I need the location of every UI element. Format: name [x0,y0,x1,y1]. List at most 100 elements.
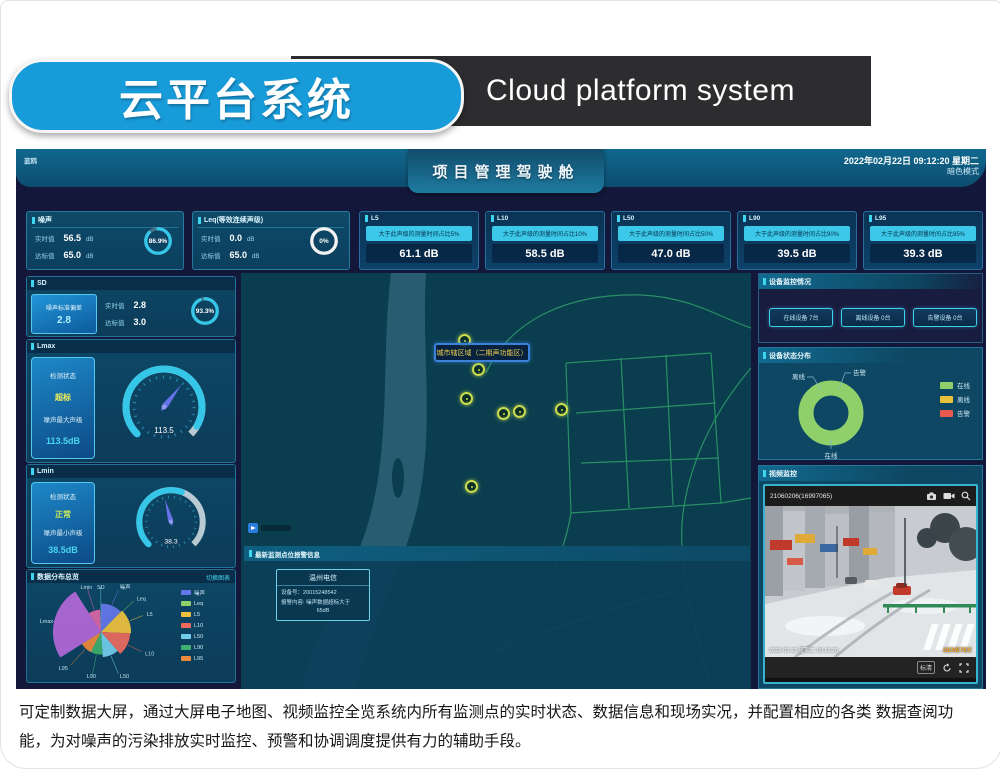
alarm-text: 噪声数据超标大于 [306,600,350,606]
leq-percent: 0% [308,225,340,257]
alarm-station: 温州电信 [277,570,369,586]
lx-label: L95 [875,215,886,222]
lx-value: 47.0 dB [618,244,724,263]
legend-item: L95 [181,653,229,664]
panel-tick-icon [763,352,766,359]
lmax-title: Lmax [37,343,55,350]
donut-label-alarm: 告警 [853,368,867,377]
svg-text:噪声: 噪声 [120,583,132,591]
alarm-value: 65dB [277,606,369,614]
legend-swatch [181,634,191,639]
legend-item: Leq [181,598,229,609]
lmax-gauge-value: 113.5 [154,426,174,435]
legend-swatch [181,612,191,617]
header-chinese-banner: 云平台系统 [9,59,464,133]
legend-item: L90 [181,642,229,653]
sd-percent: 93.3% [189,295,221,327]
panel-tick-icon [743,215,746,222]
alarm-device-no: 20015248542 [303,590,337,596]
snapshot-icon[interactable] [926,492,937,501]
panel-tick-icon [491,215,494,222]
device-status-donut: 离线 告警 在线 [763,363,913,461]
lx-label: L10 [497,215,508,222]
legend-item: 在线 [940,378,970,392]
lx-value: 58.5 dB [492,244,598,263]
sd-value-box: 噪声标准偏差 2.8 [31,294,97,334]
lmin-gauge-value: 38.3 [164,538,178,545]
datetime-text: 2022年02月22日 09:12:20 星期二 [844,155,979,167]
video-feed: 2022-02-22 星期二 09:12:20 GENETEC [765,506,976,657]
distribution-title: 数据分布总览 [37,572,79,582]
fullscreen-icon[interactable] [959,663,969,673]
legend-swatch [181,601,191,606]
rose-legend: 噪声 Leq L5 L10 L50 L90 L95 [181,587,229,664]
svg-text:Lmin: Lmin [80,585,92,591]
lmin-info-box: 检测状态 正常 噪声最小声级 38.5dB [31,482,95,564]
lmin-status: 正常 [55,509,71,520]
video-panel-title: 视频监控 [769,469,797,479]
lx-desc: 大于此声级的测量时间占比95% [870,226,976,241]
offline-devices-button[interactable]: 离线设备 0台 [841,308,905,327]
map-marker[interactable] [555,403,568,416]
map-marker[interactable] [465,480,478,493]
legend-swatch [940,396,953,403]
donut-label-offline: 离线 [792,372,806,381]
noise-percent: 86.9% [142,225,174,257]
switch-chart-link[interactable]: 切换图表 [206,573,230,582]
map-marker[interactable] [472,363,485,376]
alarm-devices-button[interactable]: 告警设备 0台 [913,308,977,327]
lmax-status: 超标 [55,392,71,403]
svg-text:Lmax: Lmax [40,619,54,625]
alarm-title: 最新监测点位报警信息 [255,549,320,559]
map-badge-icon [248,523,258,533]
leq-panel-title: Leq(等效连续声级) [204,215,263,225]
leq-panel: Leq(等效连续声级) 实时值0.0dB 达标值65.0dB 0% [192,211,350,270]
lx-desc: 大于此声级的测量时间占比50% [618,226,724,241]
map-marker[interactable] [460,392,473,405]
noise-progress-ring: 86.9% [142,225,174,257]
distribution-panel: 数据分布总览 切换图表 噪声LeqL5L10L50L90L95LmaxLminS… [26,569,236,683]
map-marker[interactable] [497,407,510,420]
lmin-value: 38.5dB [48,545,78,555]
donut-legend: 在线 离线 告警 [940,378,970,420]
svg-text:L5: L5 [147,612,153,618]
lx-value: 61.1 dB [366,244,472,263]
video-player[interactable]: 21060206(16997065) [763,484,978,684]
video-watermark: GENETEC [943,648,972,654]
record-icon[interactable] [943,492,955,500]
lx-desc: 大于此声级的测量时间占比90% [744,226,850,241]
lmin-gauge: 38.3 [111,479,231,563]
online-devices-button[interactable]: 在线设备 7台 [769,308,833,327]
panel-tick-icon [763,470,766,477]
sd-progress-ring: 93.3% [189,295,221,327]
quality-button[interactable]: 标清 [917,661,935,674]
lx-value: 39.3 dB [870,244,976,263]
dashboard: 蓝鸥 项目管理驾驶舱 2022年02月22日 09:12:20 星期二 暗色模式… [16,149,986,689]
panel-tick-icon [869,215,872,222]
panel-tick-icon [763,278,766,285]
map-attribution [261,525,291,531]
sd-box-value: 2.8 [57,315,71,326]
sd-panel: SD 噪声标准偏差 2.8 实时值2.8 达标值3.0 93.3% [26,276,236,337]
refresh-icon[interactable] [942,663,952,673]
lmax-value: 113.5dB [46,436,80,446]
zoom-icon[interactable] [961,491,971,501]
video-panel: 视频监控 21060206(16997065) [758,465,983,689]
lmin-title: Lmin [37,468,54,475]
lx-label: L5 [371,215,379,222]
lmin-panel: Lmin 检测状态 正常 噪声最小声级 38.5dB 38.3 [26,464,236,568]
donut-label-online: 在线 [825,451,839,460]
lmax-panel: Lmax 检测状态 超标 噪声最大声级 113.5dB 113.5 [26,339,236,463]
legend-item: 噪声 [181,587,229,598]
lx-label: L50 [623,215,634,222]
lx-desc: 大于此声级的测量时间占比5% [366,226,472,241]
panel-tick-icon [198,217,201,224]
dark-mode-toggle[interactable]: 暗色模式 [844,167,979,178]
legend-item: L5 [181,609,229,620]
svg-text:L50: L50 [120,674,129,680]
header-title-cn: 云平台系统 [119,64,354,128]
panel-tick-icon [249,550,252,557]
panel-tick-icon [32,217,35,224]
caption: 可定制数据大屏，通过大屏电子地图、视频监控全览系统内所有监测点的实时状态、数据信… [19,699,983,756]
map-marker[interactable] [513,405,526,418]
